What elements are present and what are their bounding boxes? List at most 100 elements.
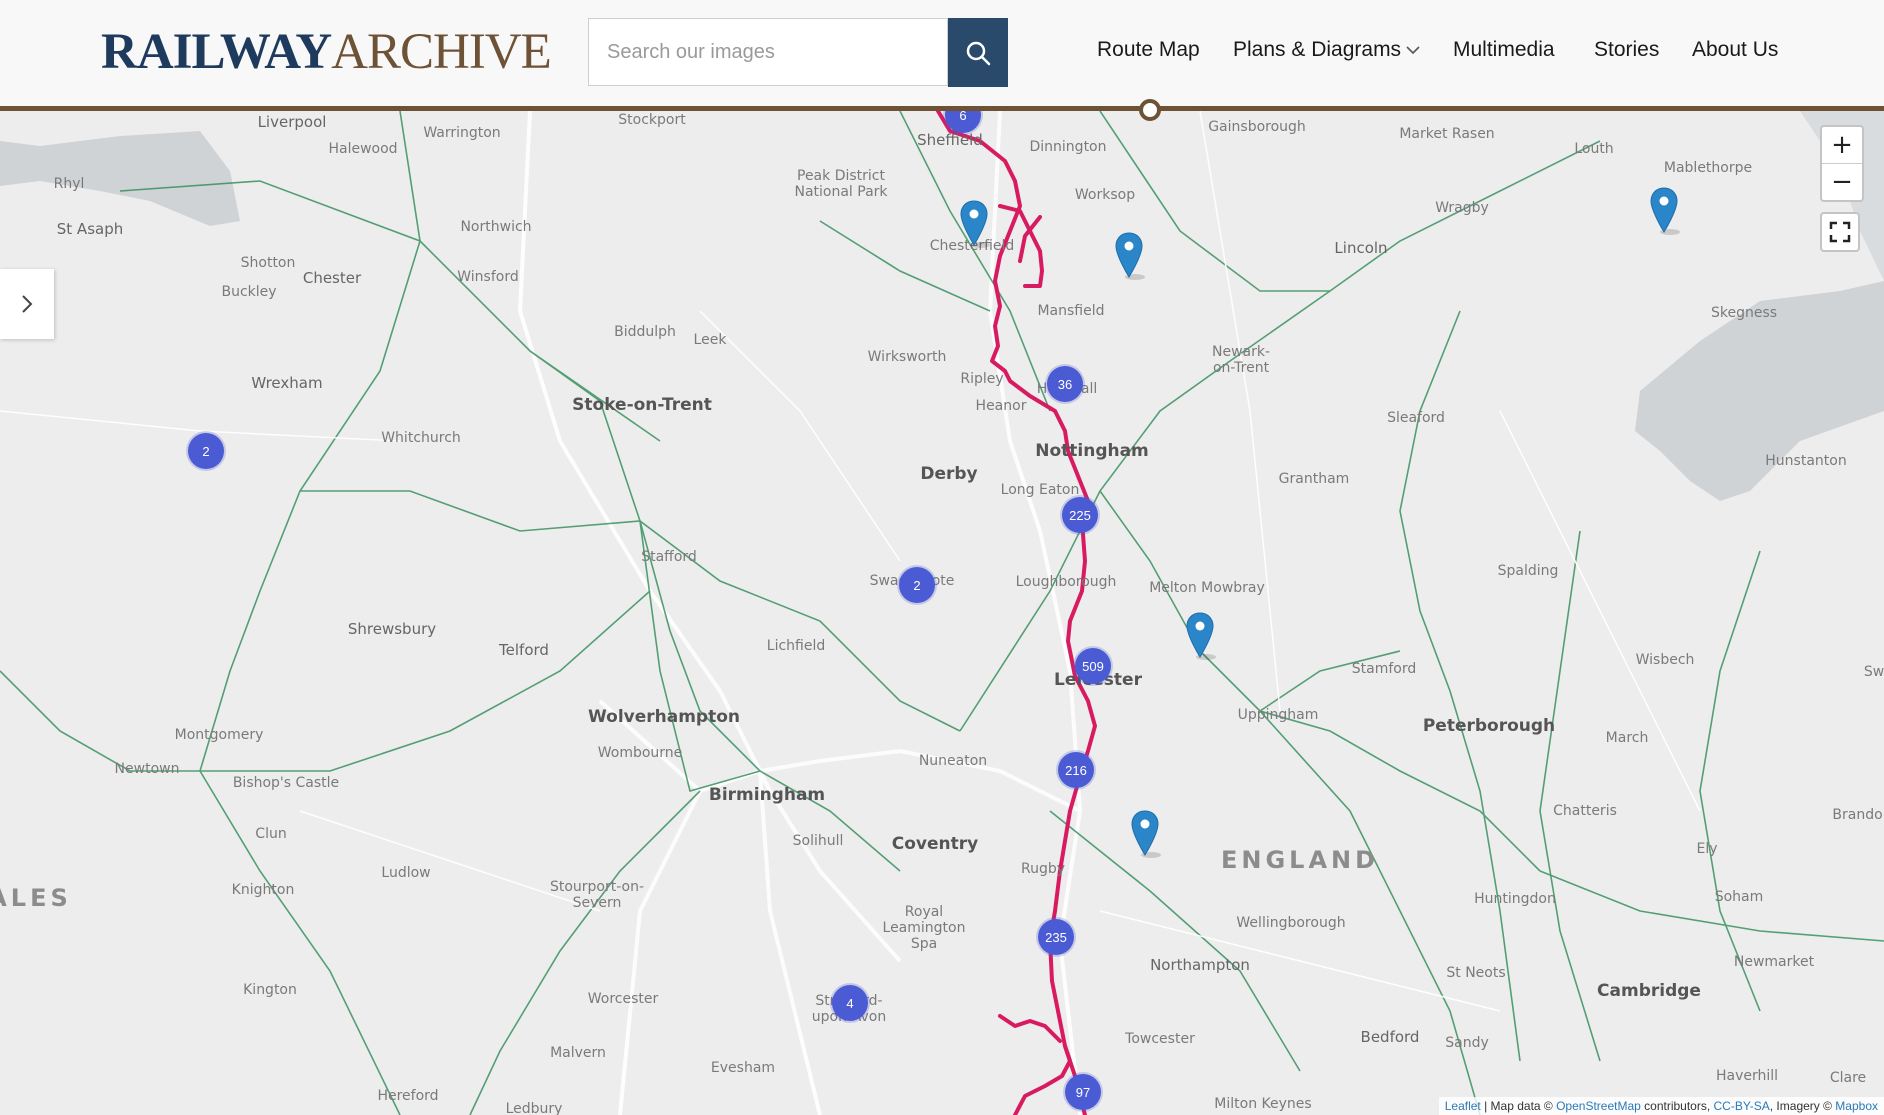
marker-cluster[interactable]: 225 bbox=[1062, 497, 1098, 533]
city-label: Heanor bbox=[975, 398, 1027, 414]
site-header: RAILWAYARCHIVE Route Map Plans & Diagram… bbox=[0, 0, 1884, 108]
map-pin-icon[interactable] bbox=[1129, 809, 1161, 859]
city-label: Long Eaton bbox=[1000, 482, 1080, 498]
city-label: Chester bbox=[302, 269, 362, 287]
map-pin-icon[interactable] bbox=[1113, 231, 1145, 281]
city-label: Uppingham bbox=[1237, 707, 1319, 723]
map-pin-icon[interactable] bbox=[958, 199, 990, 249]
city-label: Stafford bbox=[641, 549, 697, 565]
city-label: Birmingham bbox=[708, 785, 826, 805]
site-logo[interactable]: RAILWAYARCHIVE bbox=[101, 24, 552, 80]
search-button[interactable] bbox=[948, 18, 1008, 87]
city-label: Evesham bbox=[710, 1060, 776, 1076]
city-label: Clare bbox=[1829, 1070, 1867, 1086]
nav-route-map-label: Route Map bbox=[1097, 38, 1200, 61]
city-label: Lincoln bbox=[1334, 239, 1388, 257]
region-label: ALES bbox=[0, 884, 72, 912]
marker-cluster[interactable]: 97 bbox=[1065, 1074, 1101, 1110]
city-label: Coventry bbox=[891, 834, 979, 854]
city-label: Halewood bbox=[328, 141, 398, 157]
city-label: Milton Keynes bbox=[1214, 1096, 1312, 1112]
marker-cluster[interactable]: 36 bbox=[1047, 366, 1083, 402]
city-label: Bedford bbox=[1360, 1028, 1420, 1046]
city-label: Ledbury bbox=[505, 1101, 563, 1115]
nav-stories[interactable]: Stories bbox=[1594, 38, 1659, 62]
leaflet-link[interactable]: Leaflet bbox=[1445, 1099, 1481, 1113]
city-label: Shotton bbox=[240, 255, 296, 271]
marker-cluster[interactable]: 2 bbox=[899, 567, 935, 603]
city-label: Liverpool bbox=[257, 113, 327, 131]
city-label: Wolverhampton bbox=[587, 707, 741, 727]
marker-cluster[interactable]: 216 bbox=[1058, 752, 1094, 788]
city-label: Dinnington bbox=[1029, 139, 1107, 155]
city-label: Hereford bbox=[377, 1088, 439, 1104]
city-label: Winsford bbox=[457, 269, 519, 285]
osm-link[interactable]: OpenStreetMap bbox=[1556, 1099, 1641, 1113]
nav-about-us[interactable]: About Us bbox=[1692, 38, 1778, 62]
marker-cluster[interactable]: 509 bbox=[1075, 648, 1111, 684]
marker-cluster[interactable]: 235 bbox=[1038, 919, 1074, 955]
fullscreen-button[interactable] bbox=[1820, 212, 1860, 252]
city-label: Loughborough bbox=[1015, 574, 1117, 590]
zoom-out-button[interactable]: − bbox=[1822, 164, 1862, 200]
city-label: Buckley bbox=[221, 284, 277, 300]
map-viewport[interactable]: Liverpool Warrington Stockport Sheffield… bbox=[0, 111, 1884, 1115]
search-field-wrapper bbox=[588, 18, 948, 86]
city-label: Solihull bbox=[792, 833, 844, 849]
city-label: Nuneaton bbox=[918, 753, 988, 769]
city-label: Leek bbox=[693, 332, 727, 348]
nav-plans-diagrams[interactable]: Plans & Diagrams bbox=[1233, 38, 1420, 62]
city-label: Warrington bbox=[423, 125, 501, 141]
nav-route-map[interactable]: Route Map bbox=[1097, 38, 1200, 62]
city-label: Bishop's Castle bbox=[232, 775, 340, 791]
city-label: Kington bbox=[243, 982, 297, 998]
fullscreen-icon bbox=[1829, 221, 1851, 243]
city-label: Telford bbox=[499, 641, 549, 659]
city-label: Mablethorpe bbox=[1663, 160, 1753, 176]
city-label: Newark-on-Trent bbox=[1211, 344, 1271, 376]
search-icon bbox=[966, 41, 991, 65]
city-label: Newtown bbox=[114, 761, 180, 777]
city-label: Huntingdon bbox=[1474, 891, 1556, 907]
chevron-down-icon bbox=[1406, 46, 1420, 55]
marker-cluster[interactable]: 4 bbox=[832, 985, 868, 1021]
logo-archive: ARCHIVE bbox=[331, 24, 552, 80]
city-label: Lichfield bbox=[766, 638, 826, 654]
city-label: Knighton bbox=[231, 882, 295, 898]
zoom-in-button[interactable]: + bbox=[1822, 127, 1862, 164]
city-label: Stoke-on-Trent bbox=[572, 395, 712, 415]
map-pin-icon[interactable] bbox=[1184, 611, 1216, 661]
city-label: Ripley bbox=[960, 371, 1004, 387]
attribution-text: , Imagery © bbox=[1769, 1099, 1836, 1113]
city-label: Stockport bbox=[618, 112, 686, 128]
region-label: ENGLAND bbox=[1220, 846, 1380, 874]
logo-railway: RAILWAY bbox=[101, 24, 332, 80]
attribution-text: contributors, bbox=[1640, 1099, 1714, 1113]
city-label: Newmarket bbox=[1733, 954, 1815, 970]
nav-about-us-label: About Us bbox=[1692, 38, 1779, 61]
city-label: Chatteris bbox=[1553, 803, 1617, 819]
sidebar-toggle-button[interactable] bbox=[0, 269, 54, 339]
marker-cluster[interactable]: 2 bbox=[188, 433, 224, 469]
nav-multimedia[interactable]: Multimedia bbox=[1453, 38, 1555, 62]
city-label: Brandon bbox=[1832, 807, 1884, 823]
city-label: Wrexham bbox=[251, 374, 323, 392]
city-label: Stourport-on-Severn bbox=[549, 879, 645, 911]
city-label: Grantham bbox=[1278, 471, 1350, 487]
city-label: Cambridge bbox=[1597, 981, 1701, 1001]
city-label: Derby bbox=[920, 464, 978, 484]
search-input[interactable] bbox=[589, 19, 947, 85]
city-label: Shrewsbury bbox=[347, 620, 437, 638]
nav-plans-diagrams-label: Plans & Diagrams bbox=[1233, 38, 1402, 61]
city-label: Peterborough bbox=[1422, 716, 1556, 736]
city-label: March bbox=[1605, 730, 1649, 746]
city-label: Northwich bbox=[460, 219, 532, 235]
header-divider-marker bbox=[1139, 99, 1161, 121]
city-label: Whitchurch bbox=[381, 430, 461, 446]
license-link[interactable]: CC-BY-SA bbox=[1714, 1099, 1770, 1113]
mapbox-link[interactable]: Mapbox bbox=[1835, 1099, 1878, 1113]
map-pin-icon[interactable] bbox=[1648, 186, 1680, 236]
city-label: Skegness bbox=[1710, 305, 1778, 321]
city-label: Ludlow bbox=[381, 865, 431, 881]
city-label: Wisbech bbox=[1635, 652, 1695, 668]
